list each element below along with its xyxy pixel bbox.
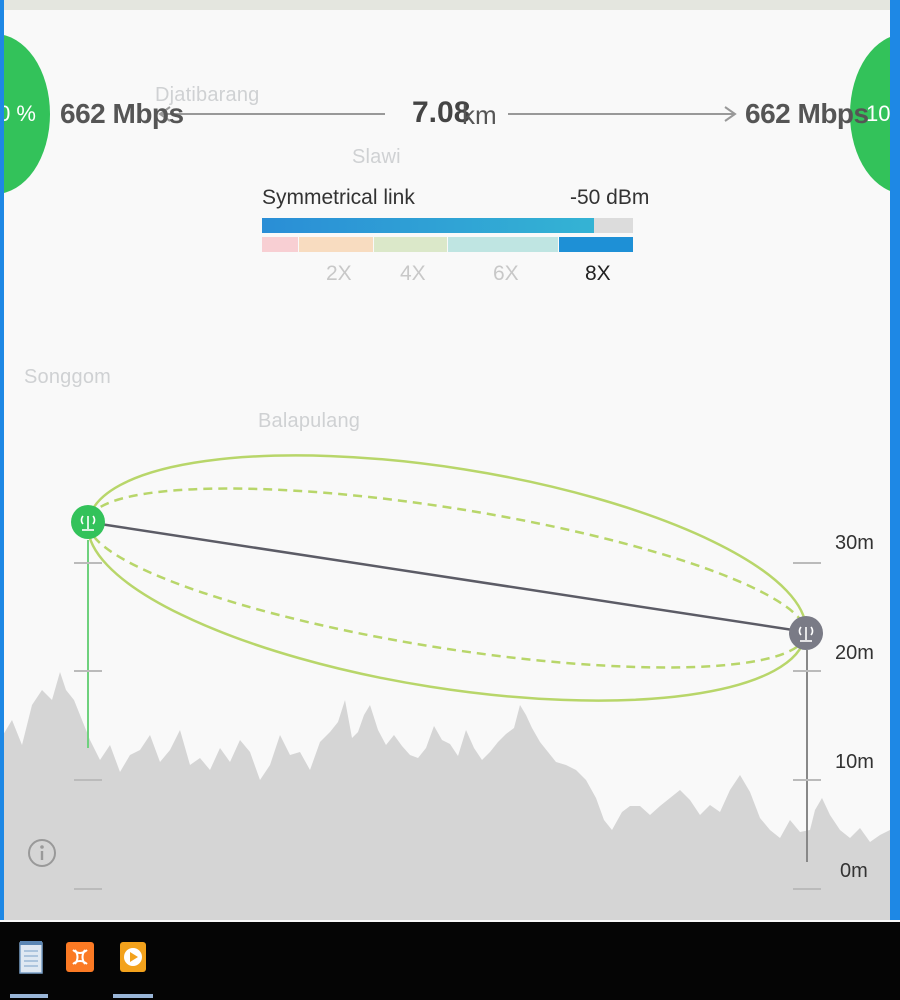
link-distance-unit: km	[462, 100, 497, 130]
signal-strength-bar	[262, 218, 633, 233]
terrain-silhouette	[0, 672, 900, 920]
right-throughput: 662 Mbps	[745, 98, 869, 129]
media-player-icon[interactable]	[116, 938, 150, 978]
xampp-icon[interactable]	[63, 938, 97, 978]
elevation-label-10m: 10m	[835, 751, 874, 773]
window-border-left	[0, 0, 4, 920]
modulation-segment-4x	[374, 237, 447, 252]
window-border-right	[890, 0, 900, 920]
modulation-strip	[262, 237, 633, 252]
modulation-label-6x: 6X	[493, 262, 519, 285]
taskbar-active-indicator-notepad	[10, 994, 48, 998]
modulation-label-8x: 8X	[585, 262, 611, 285]
modulation-segment-8x	[559, 237, 633, 252]
link-planner-window: Djatibarang Slawi Songgom Balapulang 0 %…	[0, 0, 900, 922]
left-throughput: 662 Mbps	[60, 98, 184, 129]
taskbar-active-indicator-media-player	[113, 994, 153, 998]
link-type-label: Symmetrical link	[262, 186, 415, 209]
modulation-label-4x: 4X	[400, 262, 426, 285]
modulation-segment-6x	[448, 237, 558, 252]
elevation-label-0m: 0m	[840, 860, 868, 882]
left-device-node[interactable]	[71, 505, 105, 539]
modulation-segment-2x	[299, 237, 373, 252]
distance-arrow-right	[508, 106, 737, 122]
elevation-profile	[0, 106, 900, 920]
modulation-label-2x: 2X	[326, 262, 352, 285]
line-of-sight	[86, 520, 807, 634]
notepad-icon[interactable]	[14, 938, 48, 978]
signal-strength-label: -50 dBm	[570, 186, 650, 209]
signal-strength-fill	[262, 218, 595, 233]
info-icon[interactable]	[27, 838, 57, 868]
right-device-node[interactable]	[789, 616, 823, 650]
modulation-segment-1x	[262, 237, 298, 252]
elevation-label-20m: 20m	[835, 642, 874, 664]
elevation-label-30m: 30m	[835, 532, 874, 554]
distance-arrow-left	[158, 106, 385, 122]
